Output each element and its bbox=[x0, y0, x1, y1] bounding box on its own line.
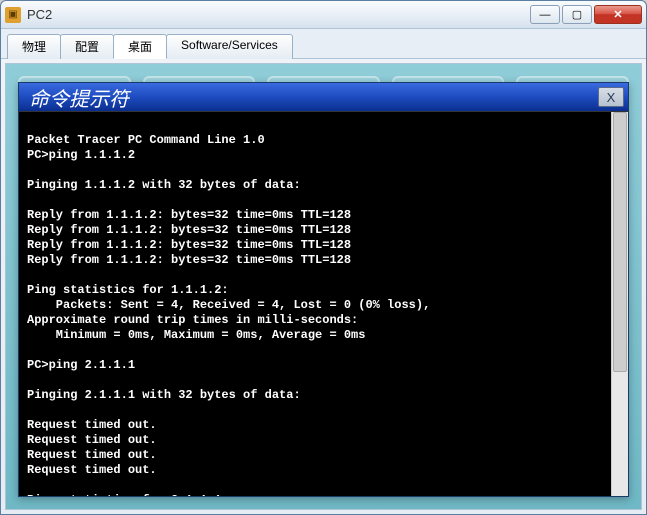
scrollbar[interactable] bbox=[611, 112, 628, 496]
app-window: ▣ PC2 — ▢ ✕ 物理 配置 桌面 Software/Services 命… bbox=[0, 0, 647, 515]
command-prompt-close-button[interactable]: X bbox=[598, 87, 624, 107]
command-prompt-output[interactable]: Packet Tracer PC Command Line 1.0 PC>pin… bbox=[19, 112, 611, 496]
app-icon: ▣ bbox=[5, 7, 21, 23]
close-button[interactable]: ✕ bbox=[594, 5, 642, 24]
command-prompt-titlebar[interactable]: 命令提示符 X bbox=[19, 83, 628, 111]
tab-desktop[interactable]: 桌面 bbox=[113, 34, 167, 59]
tab-physical[interactable]: 物理 bbox=[7, 34, 61, 59]
window-title: PC2 bbox=[27, 7, 530, 22]
tab-bar: 物理 配置 桌面 Software/Services bbox=[1, 29, 646, 59]
tab-software-services[interactable]: Software/Services bbox=[166, 34, 293, 59]
maximize-button[interactable]: ▢ bbox=[562, 5, 592, 24]
tab-config[interactable]: 配置 bbox=[60, 34, 114, 59]
minimize-button[interactable]: — bbox=[530, 5, 560, 24]
command-prompt-title: 命令提示符 bbox=[29, 83, 598, 112]
titlebar[interactable]: ▣ PC2 — ▢ ✕ bbox=[1, 1, 646, 29]
scrollbar-thumb[interactable] bbox=[613, 112, 627, 372]
command-prompt-body-wrap: Packet Tracer PC Command Line 1.0 PC>pin… bbox=[19, 111, 628, 496]
command-prompt-window: 命令提示符 X Packet Tracer PC Command Line 1.… bbox=[18, 82, 629, 497]
desktop-content: 命令提示符 X Packet Tracer PC Command Line 1.… bbox=[5, 63, 642, 510]
window-controls: — ▢ ✕ bbox=[530, 5, 642, 24]
